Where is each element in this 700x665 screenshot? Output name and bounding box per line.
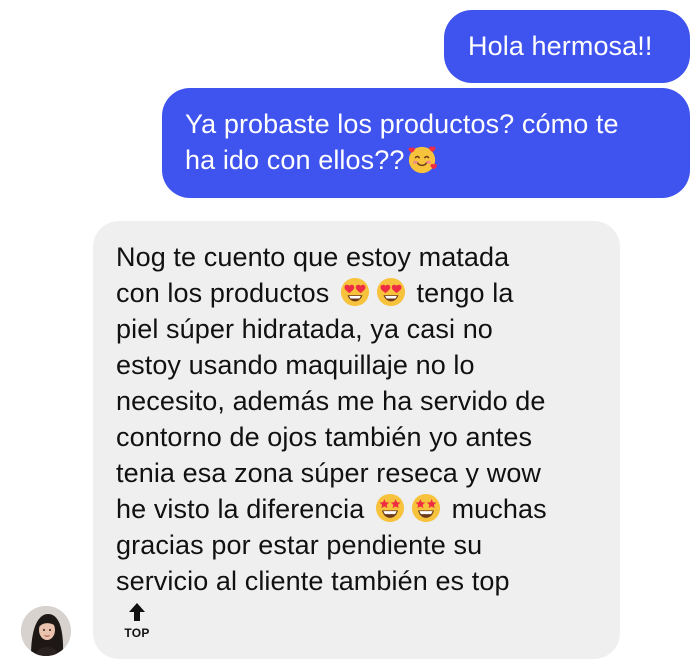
heart-eyes-emoji	[340, 277, 370, 307]
star-struck-emoji	[375, 493, 405, 523]
message-text: Nog te cuento que estoy matada con los p…	[116, 242, 547, 596]
smiling-face-with-hearts-emoji	[407, 144, 437, 174]
arrow-up-icon	[129, 603, 145, 621]
incoming-message-bubble[interactable]: Nog te cuento que estoy matada con los p…	[93, 221, 620, 659]
star-struck-emoji	[411, 493, 441, 523]
scroll-top-label: TOP	[124, 626, 150, 640]
message-text: Ya probaste los productos? cómo te ha id…	[185, 109, 619, 175]
avatar[interactable]	[21, 606, 71, 656]
outgoing-message-bubble[interactable]: Hola hermosa!!	[444, 10, 690, 83]
user-avatar-image	[21, 606, 71, 656]
outgoing-message-bubble[interactable]: Ya probaste los productos? cómo te ha id…	[162, 88, 690, 198]
message-text: Hola hermosa!!	[468, 31, 653, 61]
scroll-top-button[interactable]: TOP	[121, 602, 153, 642]
heart-eyes-emoji	[376, 277, 406, 307]
